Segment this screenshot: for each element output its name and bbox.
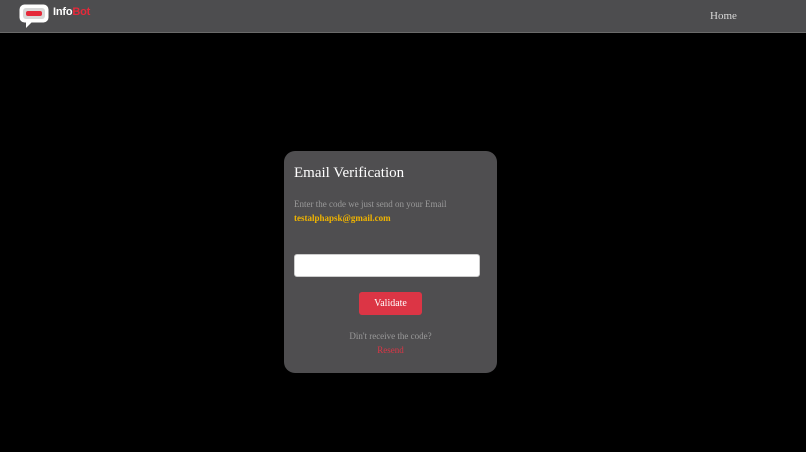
nav-home-link[interactable]: Home	[710, 10, 737, 22]
verification-title: Email Verification	[294, 165, 405, 181]
verification-email: testalphapsk@gmail.com	[294, 213, 391, 223]
top-navbar: InfoBot Home	[0, 0, 806, 33]
email-verification-card: Email Verification Enter the code we jus…	[284, 151, 497, 373]
brand-name-suffix: Bot	[72, 6, 91, 18]
brand-name: InfoBot	[53, 6, 90, 18]
no-code-text: Din't receive the code?	[349, 331, 432, 341]
validate-button[interactable]: Validate	[359, 292, 422, 315]
chat-bubble-logo-icon	[19, 4, 49, 28]
resend-link[interactable]: Resend	[284, 345, 497, 355]
verification-description: Enter the code we just send on your Emai…	[294, 199, 447, 209]
brand-logo[interactable]: InfoBot	[18, 4, 90, 28]
brand-name-prefix: Info	[53, 6, 73, 18]
verification-code-input[interactable]	[294, 254, 480, 277]
